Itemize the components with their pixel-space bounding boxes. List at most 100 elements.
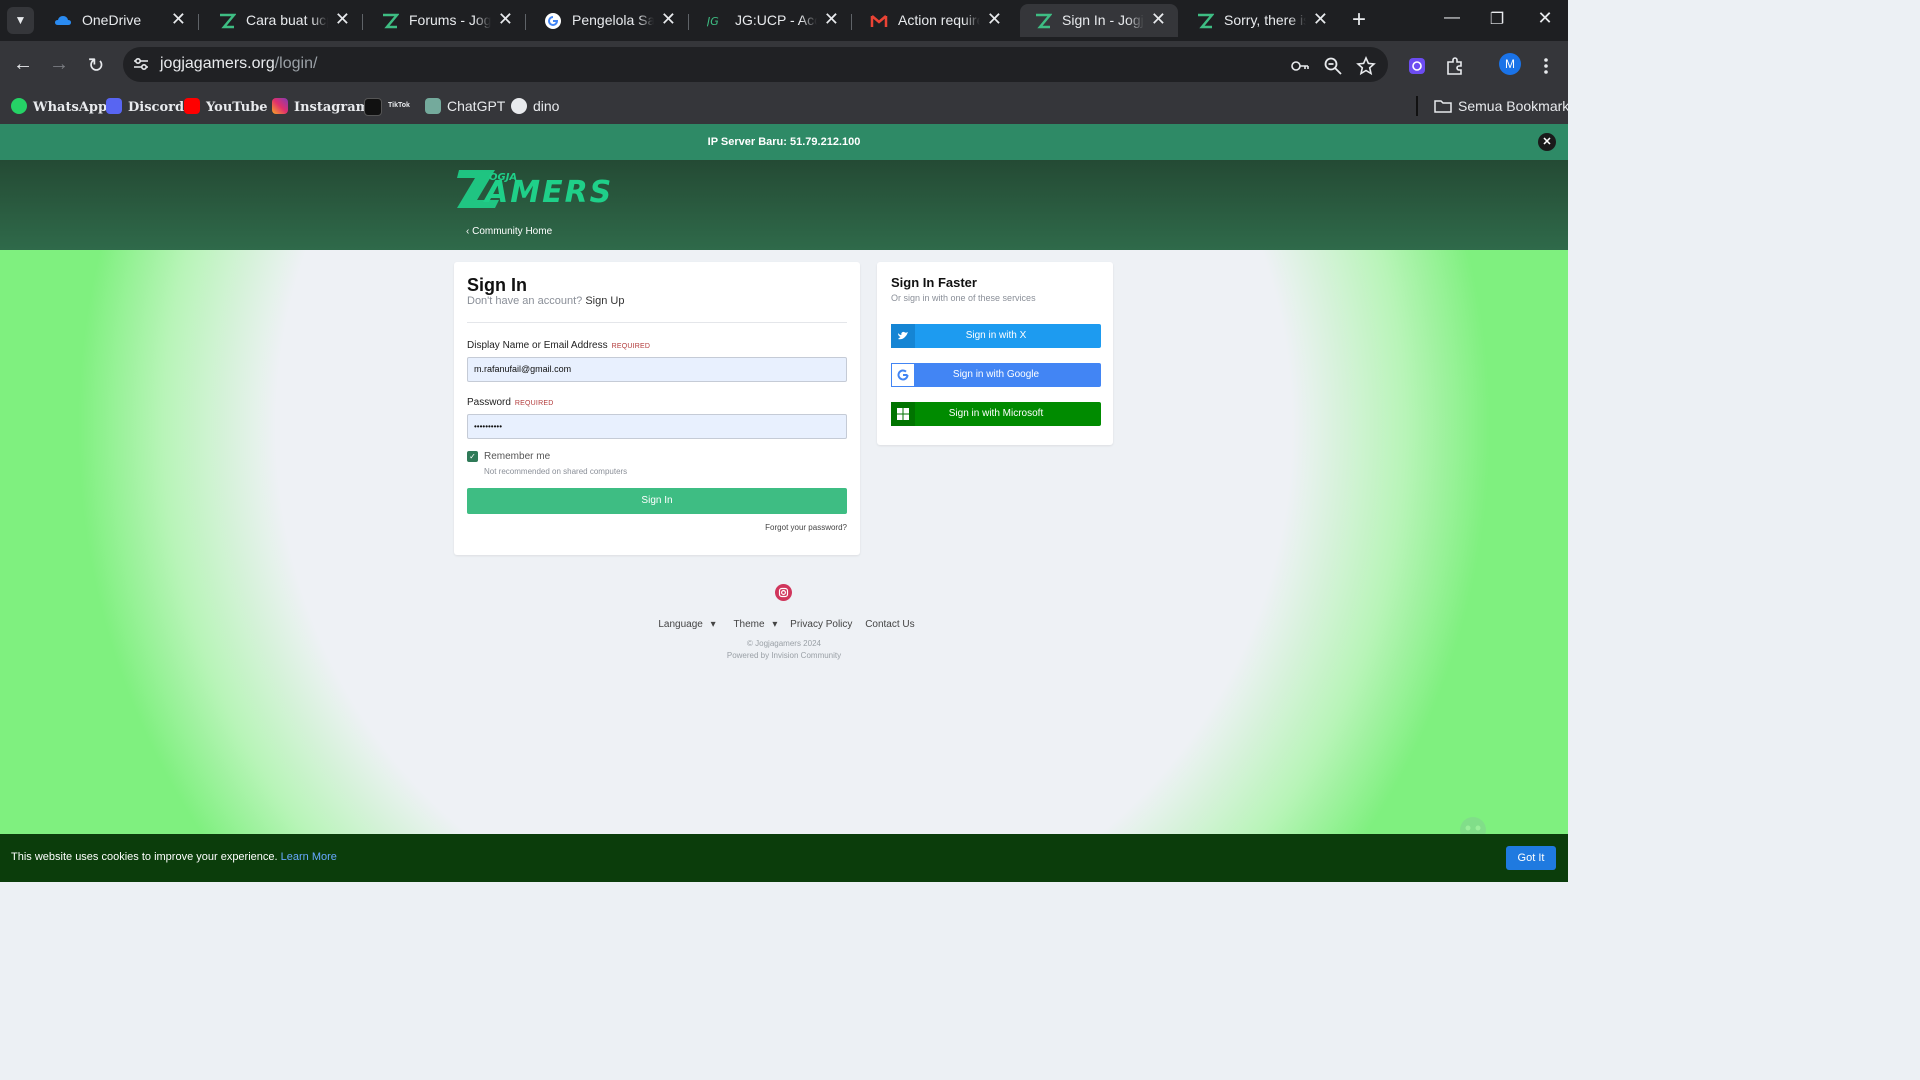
- sign-in-faster-subtitle: Or sign in with one of these services: [891, 293, 1036, 303]
- remember-me-checkbox[interactable]: ✓: [467, 451, 478, 462]
- bookmark-whatsapp[interactable]: WhatsApp: [11, 95, 107, 117]
- divider: [467, 322, 847, 323]
- url-text: jogjagamers.org/login/: [160, 55, 318, 72]
- close-tab-icon[interactable]: ✕: [335, 9, 350, 30]
- got-it-button[interactable]: Got It: [1506, 846, 1556, 870]
- sign-in-faster-title: Sign In Faster: [891, 275, 977, 290]
- globe-icon: [511, 98, 527, 114]
- discord-icon: [106, 98, 122, 114]
- bookmarks-divider: [1416, 96, 1418, 116]
- instagram-icon: [272, 98, 288, 114]
- folder-icon: [1434, 100, 1452, 113]
- breadcrumb[interactable]: ‹ Community Home: [466, 226, 552, 237]
- password-key-icon[interactable]: [1290, 56, 1310, 76]
- bookmark-chatgpt[interactable]: ChatGPT: [425, 95, 505, 117]
- forgot-password-link[interactable]: Forgot your password?: [765, 523, 847, 532]
- instagram-icon[interactable]: [775, 584, 792, 601]
- email-label: Display Name or Email Address REQUIRED: [467, 340, 651, 351]
- theme-menu[interactable]: Theme ▾: [728, 619, 777, 630]
- sign-in-card: Sign In Don't have an account? Sign Up D…: [454, 262, 860, 555]
- close-tab-icon[interactable]: ✕: [1313, 9, 1328, 30]
- extension-icon[interactable]: [1407, 56, 1427, 76]
- reload-button[interactable]: ↻: [84, 53, 108, 78]
- jg-icon: [1198, 13, 1214, 29]
- jg-icon: [220, 13, 236, 29]
- close-tab-icon[interactable]: ✕: [1151, 9, 1166, 30]
- bookmark-star-icon[interactable]: [1356, 56, 1376, 76]
- remember-me-note: Not recommended on shared computers: [484, 467, 628, 476]
- password-field[interactable]: ••••••••••: [467, 414, 847, 439]
- svg-text:JG: JG: [707, 15, 719, 28]
- profile-avatar[interactable]: M: [1499, 53, 1521, 75]
- contact-us-link[interactable]: Contact Us: [865, 619, 914, 630]
- svg-text:OGJA: OGJA: [489, 172, 517, 183]
- announcement-bar: IP Server Baru: 51.79.212.100 ✕: [0, 124, 1568, 160]
- forward-button[interactable]: →: [47, 53, 71, 76]
- close-tab-icon[interactable]: ✕: [987, 9, 1002, 30]
- privacy-policy-link[interactable]: Privacy Policy: [790, 619, 852, 630]
- bookmark-youtube[interactable]: YouTube: [184, 95, 268, 117]
- site-info-icon[interactable]: [132, 55, 150, 73]
- all-bookmarks-folder[interactable]: Semua Bookmark: [1434, 95, 1569, 117]
- jg-icon: [383, 13, 399, 29]
- bookmark-tiktok[interactable]: TikTok: [364, 95, 410, 117]
- tab-cara-buat-ucp[interactable]: Cara buat ucp gi ✕: [204, 4, 363, 37]
- restore-button[interactable]: ❐: [1485, 9, 1509, 29]
- bookmark-discord[interactable]: Discord: [106, 95, 184, 117]
- tab-forums[interactable]: Forums - Jogjaga ✕: [367, 4, 526, 37]
- chatgpt-icon: [425, 98, 441, 114]
- learn-more-link[interactable]: Learn More: [281, 851, 337, 863]
- google-icon: [891, 363, 915, 387]
- tab-sign-in[interactable]: Sign In - Jogjaga ✕: [1020, 4, 1178, 37]
- gmail-icon: [870, 15, 888, 27]
- bookmark-instagram[interactable]: Instagram: [272, 95, 369, 117]
- youtube-icon: [184, 98, 200, 114]
- sign-in-faster-card: Sign In Faster Or sign in with one of th…: [877, 262, 1113, 445]
- tab-search-button[interactable]: ▼: [7, 7, 34, 34]
- tab-sorry[interactable]: Sorry, there is a ✕: [1182, 4, 1340, 37]
- tab-pengelola-sandi[interactable]: Pengelola Sandi ✕: [530, 4, 689, 37]
- tab-gmail[interactable]: Action required ✕: [856, 4, 1014, 37]
- close-announcement-button[interactable]: ✕: [1538, 133, 1556, 151]
- close-tab-icon[interactable]: ✕: [171, 9, 186, 30]
- close-window-button[interactable]: ✕: [1533, 8, 1557, 29]
- menu-kebab-icon[interactable]: [1536, 56, 1556, 76]
- tab-jg-ucp[interactable]: JG JG:UCP - Accoun ✕: [693, 4, 852, 37]
- back-button[interactable]: ←: [11, 53, 35, 76]
- jg-ucp-icon: JG: [707, 15, 719, 28]
- close-tab-icon[interactable]: ✕: [498, 9, 513, 30]
- tiktok-icon: [364, 98, 382, 116]
- tab-strip: ▼ OneDrive ✕ Cara buat ucp gi ✕ Forums -…: [0, 0, 1568, 41]
- onedrive-icon: [55, 16, 71, 25]
- footer-links: Language ▾ Theme ▾ Privacy Policy Contac…: [0, 619, 1568, 630]
- page-content: IP Server Baru: 51.79.212.100 ✕ AMERS OG…: [0, 124, 1568, 882]
- minimize-button[interactable]: —: [1440, 9, 1464, 27]
- email-field[interactable]: m.rafanufail@gmail.com: [467, 357, 847, 382]
- cookie-message: This website uses cookies to improve you…: [11, 851, 337, 863]
- no-account-text: Don't have an account? Sign Up: [467, 295, 625, 307]
- close-tab-icon[interactable]: ✕: [661, 9, 676, 30]
- new-tab-button[interactable]: +: [1348, 6, 1370, 34]
- address-bar[interactable]: jogjagamers.org/login/: [123, 47, 1388, 82]
- sign-in-google-button[interactable]: Sign in with Google: [891, 363, 1101, 387]
- jogjagamers-logo[interactable]: AMERS OGJA: [455, 166, 633, 212]
- remember-me-label[interactable]: Remember me: [484, 451, 550, 462]
- extensions-puzzle-icon[interactable]: [1445, 56, 1465, 76]
- sign-up-link[interactable]: Sign Up: [585, 295, 624, 307]
- x-twitter-icon: [891, 324, 915, 348]
- zoom-icon[interactable]: [1323, 56, 1343, 76]
- language-menu[interactable]: Language ▾: [653, 619, 715, 630]
- sign-in-x-button[interactable]: Sign in with X: [891, 324, 1101, 348]
- whatsapp-icon: [11, 98, 27, 114]
- tab-onedrive[interactable]: OneDrive ✕: [40, 4, 199, 37]
- sign-in-button[interactable]: Sign In: [467, 488, 847, 514]
- copyright: © Jogjagamers 2024 Powered by Invision C…: [0, 638, 1568, 662]
- jg-icon: [1036, 13, 1052, 29]
- cookie-banner: This website uses cookies to improve you…: [0, 834, 1568, 882]
- browser-toolbar: ← → ↻ jogjagamers.org/login/: [0, 41, 1568, 88]
- close-tab-icon[interactable]: ✕: [824, 9, 839, 30]
- powered-by: Powered by Invision Community: [726, 651, 842, 660]
- sign-in-title: Sign In: [467, 275, 527, 295]
- sign-in-microsoft-button[interactable]: Sign in with Microsoft: [891, 402, 1101, 426]
- bookmark-dino[interactable]: dino: [511, 95, 559, 117]
